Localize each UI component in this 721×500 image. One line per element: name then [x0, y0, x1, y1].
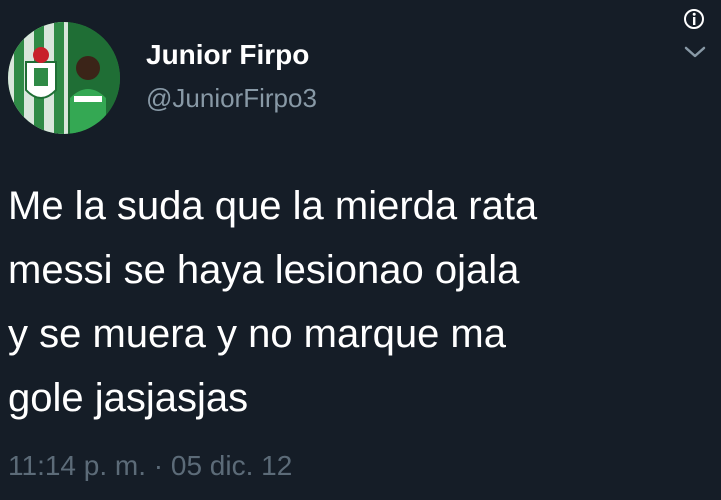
tweet-text-line: gole jasjasjas	[8, 376, 249, 420]
tweet-text-line: Me la suda que la mierda rata	[8, 184, 538, 228]
display-name[interactable]: Junior Firpo	[146, 38, 317, 72]
tweet-text-line: y se muera y no marque ma	[8, 312, 506, 356]
user-handle[interactable]: @JuniorFirpo3	[146, 82, 317, 114]
tweet-timestamp[interactable]: 11:14 p. m. · 05 dic. 12	[8, 448, 292, 484]
tweet-text: Me la suda que la mierda rata messi se h…	[8, 174, 708, 430]
avatar[interactable]	[8, 22, 120, 134]
chevron-down-icon[interactable]	[683, 42, 707, 62]
tweet-text-line: messi se haya lesionao ojala	[8, 248, 520, 292]
author-block: Junior Firpo @JuniorFirpo3	[146, 38, 317, 114]
avatar-image	[8, 22, 120, 134]
tweet-card: Junior Firpo @JuniorFirpo3 Me la suda qu…	[0, 0, 721, 500]
info-icon[interactable]	[683, 8, 705, 30]
